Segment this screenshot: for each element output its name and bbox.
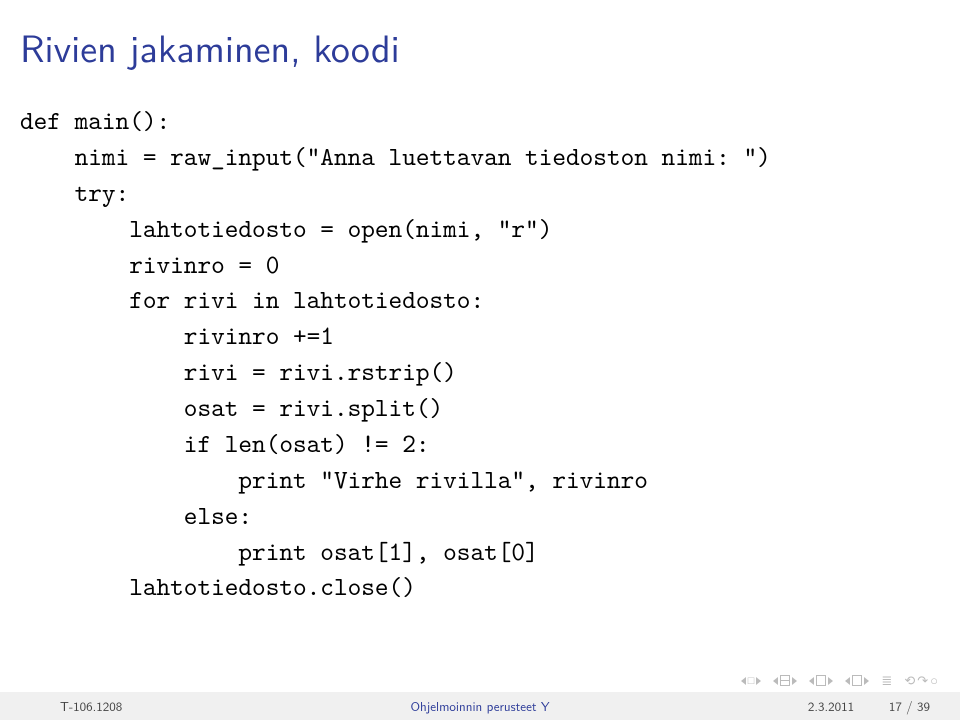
- footer: T-106.1208 Ohjelmoinnin perusteet Y 2.3.…: [0, 692, 960, 720]
- footer-right: 2.3.2011 17 / 39: [808, 697, 930, 716]
- footer-course-name: Ohjelmoinnin perusteet Y: [410, 697, 549, 716]
- nav-circ-icon[interactable]: ⟲↷○: [904, 671, 938, 690]
- beamer-nav-icons: □ ≣ ⟲↷○: [741, 671, 938, 690]
- nav-next-section-icon[interactable]: [845, 675, 869, 686]
- footer-date: 2.3.2011: [808, 697, 854, 716]
- footer-pages: 17 / 39: [889, 697, 930, 716]
- nav-prev-frame-icon[interactable]: [773, 675, 797, 686]
- slide: Rivien jakaminen, koodi def main(): nimi…: [0, 0, 960, 720]
- slide-title: Rivien jakaminen, koodi: [0, 0, 960, 104]
- nav-prev-section-icon[interactable]: [809, 675, 833, 686]
- nav-prev-slide-icon[interactable]: □: [741, 675, 762, 686]
- code-block: def main(): nimi = raw_input("Anna luett…: [0, 104, 960, 606]
- footer-course-code: T-106.1208: [0, 697, 122, 716]
- nav-bar-icon: ≣: [881, 674, 892, 687]
